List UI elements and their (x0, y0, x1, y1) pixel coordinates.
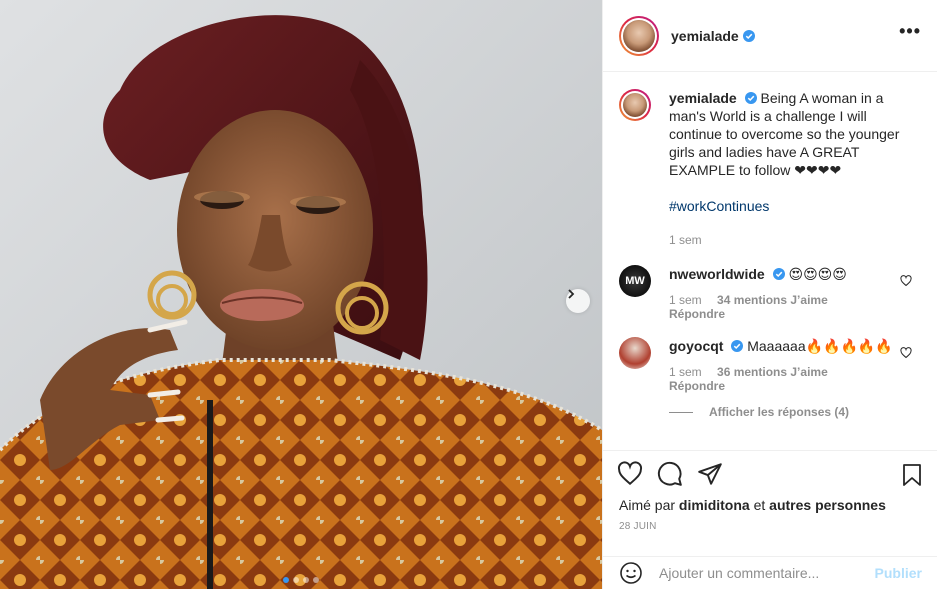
comment-time: 1 sem (669, 365, 702, 379)
post-actions (603, 450, 937, 500)
replies-divider (669, 411, 693, 413)
liked-by-others[interactable]: autres personnes (769, 497, 886, 513)
liked-by-prefix: Aimé par (619, 497, 676, 513)
verified-badge-icon (744, 92, 757, 104)
post-header: yemialade ••• (603, 0, 937, 72)
post-sidebar: yemialade ••• yemialade Being A woman in… (602, 0, 937, 589)
save-bookmark-icon[interactable] (900, 463, 924, 487)
comment-time: 1 sem (669, 293, 702, 307)
comment-meta: 1 sem 34 mentions J’aime Répondre (669, 293, 922, 321)
instagram-post-modal: yemialade ••• yemialade Being A woman in… (0, 0, 937, 589)
like-comment-heart-icon[interactable] (900, 275, 912, 287)
hashtag-link[interactable]: #workContinues (669, 197, 922, 215)
view-replies-button[interactable]: Afficher les réponses (4) (669, 405, 922, 419)
publish-button[interactable]: Publier (875, 565, 922, 581)
chevron-right-icon (568, 289, 575, 299)
comment-meta: 1 sem 36 mentions J’aime Répondre (669, 365, 922, 393)
verified-badge-icon (731, 340, 744, 352)
comment-input[interactable] (659, 565, 875, 581)
portrait-illustration (0, 0, 602, 589)
comment-likes[interactable]: 34 mentions J’aime (717, 293, 828, 307)
post-date: 28 JUIN (619, 521, 657, 532)
carousel-dot (313, 577, 319, 583)
liked-by: Aimé par dimiditona et autres personnes (619, 497, 886, 513)
comment-text: 😍😍😍😍 (788, 266, 847, 282)
like-comment-heart-icon[interactable] (900, 347, 912, 359)
like-heart-icon[interactable] (617, 461, 643, 487)
author-avatar[interactable] (619, 89, 651, 121)
reply-button[interactable]: Répondre (669, 379, 922, 393)
commenter-username[interactable]: goyocqt (669, 338, 723, 354)
comment-item: goyocqt Maaaaaa🔥🔥🔥🔥🔥 1 sem 36 mentions J… (619, 337, 922, 393)
add-comment-bar: Publier (603, 556, 937, 589)
comments-list[interactable]: yemialade Being A woman in a man's World… (603, 73, 937, 450)
post-image[interactable] (0, 0, 602, 589)
carousel-dot (303, 577, 309, 583)
reply-button[interactable]: Répondre (669, 307, 922, 321)
caption-time: 1 sem (669, 233, 702, 247)
commenter-username[interactable]: nweworldwide (669, 266, 765, 282)
carousel-dot (293, 577, 299, 583)
comment-likes[interactable]: 36 mentions J’aime (717, 365, 828, 379)
more-options-button[interactable]: ••• (899, 22, 921, 40)
emoji-picker-icon[interactable] (619, 561, 643, 585)
author-avatar[interactable] (619, 15, 659, 56)
comment-bubble-icon[interactable] (657, 461, 683, 487)
liked-by-mid: et (753, 497, 766, 513)
commenter-avatar[interactable] (619, 337, 651, 369)
comment-item: MW nweworldwide 😍😍😍😍 1 sem 34 mentions J… (619, 265, 922, 321)
commenter-avatar[interactable]: MW (619, 265, 651, 297)
carousel-indicator (0, 577, 602, 583)
author-username[interactable]: yemialade (671, 28, 739, 44)
next-slide-button[interactable] (566, 289, 590, 313)
share-paper-plane-icon[interactable] (697, 461, 723, 487)
comment-text: Maaaaaa🔥🔥🔥🔥🔥 (747, 338, 893, 354)
verified-badge-icon (742, 29, 755, 42)
caption: yemialade Being A woman in a man's World… (619, 89, 922, 249)
carousel-dot (283, 577, 289, 583)
liked-by-user[interactable]: dimiditona (679, 497, 750, 513)
view-replies-label: Afficher les réponses (4) (709, 405, 850, 419)
verified-badge-icon (772, 268, 785, 280)
caption-username[interactable]: yemialade (669, 90, 737, 106)
